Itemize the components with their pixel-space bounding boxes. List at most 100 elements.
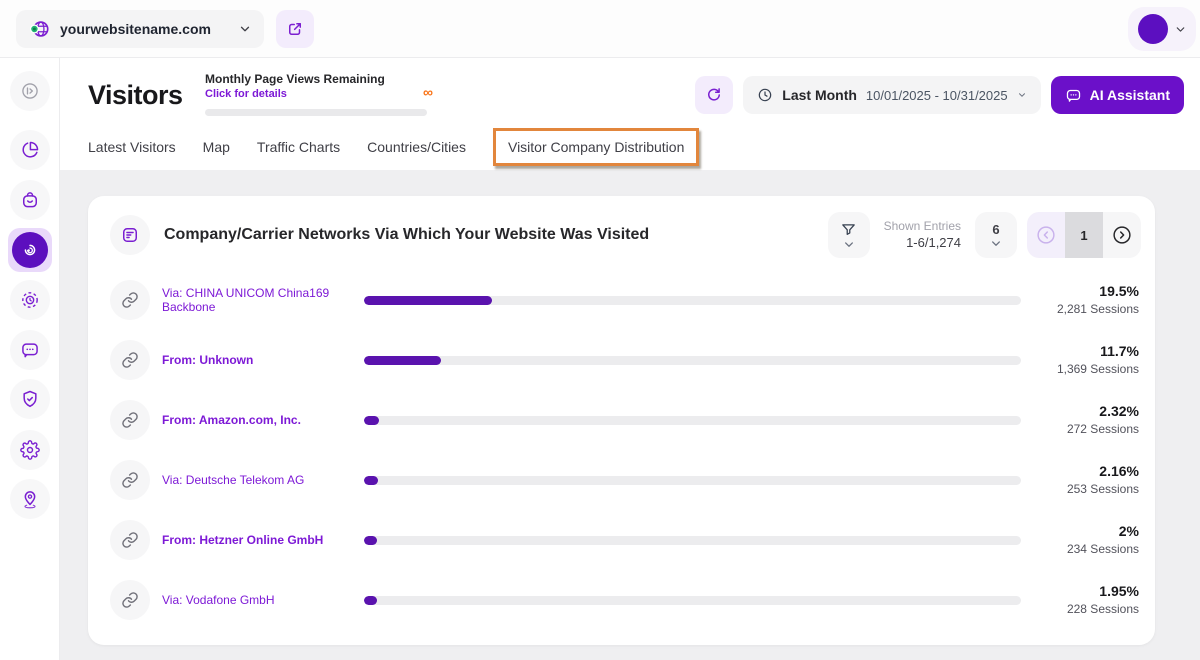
percent-value: 2.16% xyxy=(1099,462,1139,479)
visitors-tabs: Latest Visitors Map Traffic Charts Count… xyxy=(88,124,700,170)
network-link[interactable]: Via: CHINA UNICOM China169 Backbone xyxy=(162,286,364,314)
tab-traffic-charts[interactable]: Traffic Charts xyxy=(257,139,340,155)
link-icon-wrap xyxy=(110,460,150,500)
ai-assistant-button[interactable]: AI Assistant xyxy=(1050,76,1184,114)
sidebar-item-settings[interactable] xyxy=(10,430,50,470)
site-name: yourwebsitename.com xyxy=(60,21,211,37)
site-selector[interactable]: yourwebsitename.com xyxy=(16,10,264,48)
network-rows: Via: CHINA UNICOM China169 Backbone 19.5… xyxy=(88,268,1155,630)
clock-icon xyxy=(757,87,773,103)
period-label: Last Month xyxy=(782,87,857,103)
card-header: Company/Carrier Networks Via Which Your … xyxy=(88,196,1155,268)
quota-widget: Monthly Page Views Remaining Click for d… xyxy=(205,72,433,116)
shown-entries: Shown Entries 1-6/1,274 xyxy=(884,218,961,252)
sidebar-item-commerce[interactable] xyxy=(10,180,50,220)
arrow-left-circle-icon xyxy=(1035,224,1057,246)
tab-latest-visitors[interactable]: Latest Visitors xyxy=(88,139,176,155)
current-page: 1 xyxy=(1065,212,1103,258)
session-timer-icon xyxy=(20,290,40,310)
sidebar-item-feedback[interactable] xyxy=(10,330,50,370)
sidebar-item-visitors[interactable] xyxy=(8,228,52,272)
shown-entries-value: 1-6/1,274 xyxy=(906,235,961,251)
network-link[interactable]: Via: Vodafone GmbH xyxy=(162,593,364,607)
bar-track xyxy=(364,355,1021,365)
sidebar-item-security[interactable] xyxy=(10,379,50,419)
bar-fill xyxy=(364,475,379,485)
date-range-picker[interactable]: Last Month 10/01/2025 - 10/31/2025 xyxy=(743,76,1041,114)
network-link[interactable]: From: Unknown xyxy=(162,353,364,367)
gear-icon xyxy=(20,440,40,460)
pagination: 1 xyxy=(1027,212,1141,258)
sidebar-item-sessions[interactable] xyxy=(10,280,50,320)
bar-track xyxy=(364,595,1021,605)
quota-details-link[interactable]: Click for details xyxy=(205,88,433,100)
page-size-selector[interactable]: 6 xyxy=(975,212,1017,258)
tab-map[interactable]: Map xyxy=(203,139,230,155)
table-row: From: Unknown 11.7% 1,369 Sessions xyxy=(88,330,1155,390)
row-values: 19.5% 2,281 Sessions xyxy=(1035,282,1139,318)
bar-fill xyxy=(364,295,493,305)
chevron-down-icon xyxy=(1174,23,1187,36)
chevron-down-icon xyxy=(1017,90,1027,100)
link-icon-wrap xyxy=(110,520,150,560)
company-distribution-card: Company/Carrier Networks Via Which Your … xyxy=(88,196,1155,645)
chevron-down-icon xyxy=(238,22,252,36)
row-values: 11.7% 1,369 Sessions xyxy=(1035,342,1139,378)
link-icon-wrap xyxy=(110,280,150,320)
row-values: 1.95% 228 Sessions xyxy=(1035,582,1139,618)
link-icon-wrap xyxy=(110,340,150,380)
refresh-button[interactable] xyxy=(695,76,734,114)
bar-fill xyxy=(364,355,441,365)
user-menu[interactable] xyxy=(1128,7,1196,51)
percent-value: 1.95% xyxy=(1099,582,1139,599)
site-favicon-globe-icon xyxy=(28,18,50,40)
link-icon xyxy=(121,591,139,609)
arrow-right-circle-icon xyxy=(1111,224,1133,246)
collapse-sidebar-icon xyxy=(20,81,40,101)
link-icon xyxy=(121,531,139,549)
link-icon xyxy=(121,411,139,429)
open-site-button[interactable] xyxy=(276,10,314,48)
tab-visitor-company-distribution[interactable]: Visitor Company Distribution xyxy=(492,128,700,166)
period-range: 10/01/2025 - 10/31/2025 xyxy=(865,87,1008,103)
sessions-value: 228 Sessions xyxy=(1066,602,1139,617)
external-link-icon xyxy=(286,20,304,38)
table-row: Via: Vodafone GmbH 1.95% 228 Sessions xyxy=(88,570,1155,630)
link-icon-wrap xyxy=(110,400,150,440)
network-link[interactable]: Via: Deutsche Telekom AG xyxy=(162,473,364,487)
filter-icon xyxy=(840,221,857,238)
table-row: Via: Deutsche Telekom AG 2.16% 253 Sessi… xyxy=(88,450,1155,510)
row-values: 2% 234 Sessions xyxy=(1035,522,1139,558)
percent-value: 2% xyxy=(1118,522,1139,539)
network-link[interactable]: From: Hetzner Online GmbH xyxy=(162,533,364,547)
prev-page-button[interactable] xyxy=(1027,212,1065,258)
quota-label: Monthly Page Views Remaining xyxy=(205,72,385,86)
shown-entries-label: Shown Entries xyxy=(883,219,961,234)
header-controls: Last Month 10/01/2025 - 10/31/2025 AI As… xyxy=(695,76,1184,114)
shopping-bag-icon xyxy=(20,190,40,210)
sidebar-item-locations[interactable] xyxy=(10,479,50,519)
percent-value: 19.5% xyxy=(1099,282,1139,299)
row-values: 2.16% 253 Sessions xyxy=(1035,462,1139,498)
network-link[interactable]: From: Amazon.com, Inc. xyxy=(162,413,364,427)
bar-track xyxy=(364,415,1021,425)
row-values: 2.32% 272 Sessions xyxy=(1035,402,1139,438)
filter-button[interactable] xyxy=(827,212,870,258)
sidebar-item-dashboard[interactable] xyxy=(10,130,50,170)
sessions-value: 1,369 Sessions xyxy=(1056,362,1139,377)
infinity-icon: ∞ xyxy=(423,84,433,100)
avatar xyxy=(1137,14,1168,44)
page-title: Visitors xyxy=(88,80,183,110)
sidebar-item-collapse[interactable] xyxy=(10,71,50,111)
sessions-value: 2,281 Sessions xyxy=(1056,302,1139,317)
bar-fill xyxy=(364,535,378,545)
pie-chart-icon xyxy=(20,140,40,160)
page-header: Visitors Monthly Page Views Remaining Cl… xyxy=(60,58,1200,170)
shield-check-icon xyxy=(20,389,40,409)
tab-countries-cities[interactable]: Countries/Cities xyxy=(367,139,466,155)
bar-fill xyxy=(364,415,380,425)
bar-track xyxy=(364,295,1021,305)
next-page-button[interactable] xyxy=(1103,212,1141,258)
link-icon xyxy=(121,351,139,369)
chat-bubble-icon xyxy=(20,340,40,360)
